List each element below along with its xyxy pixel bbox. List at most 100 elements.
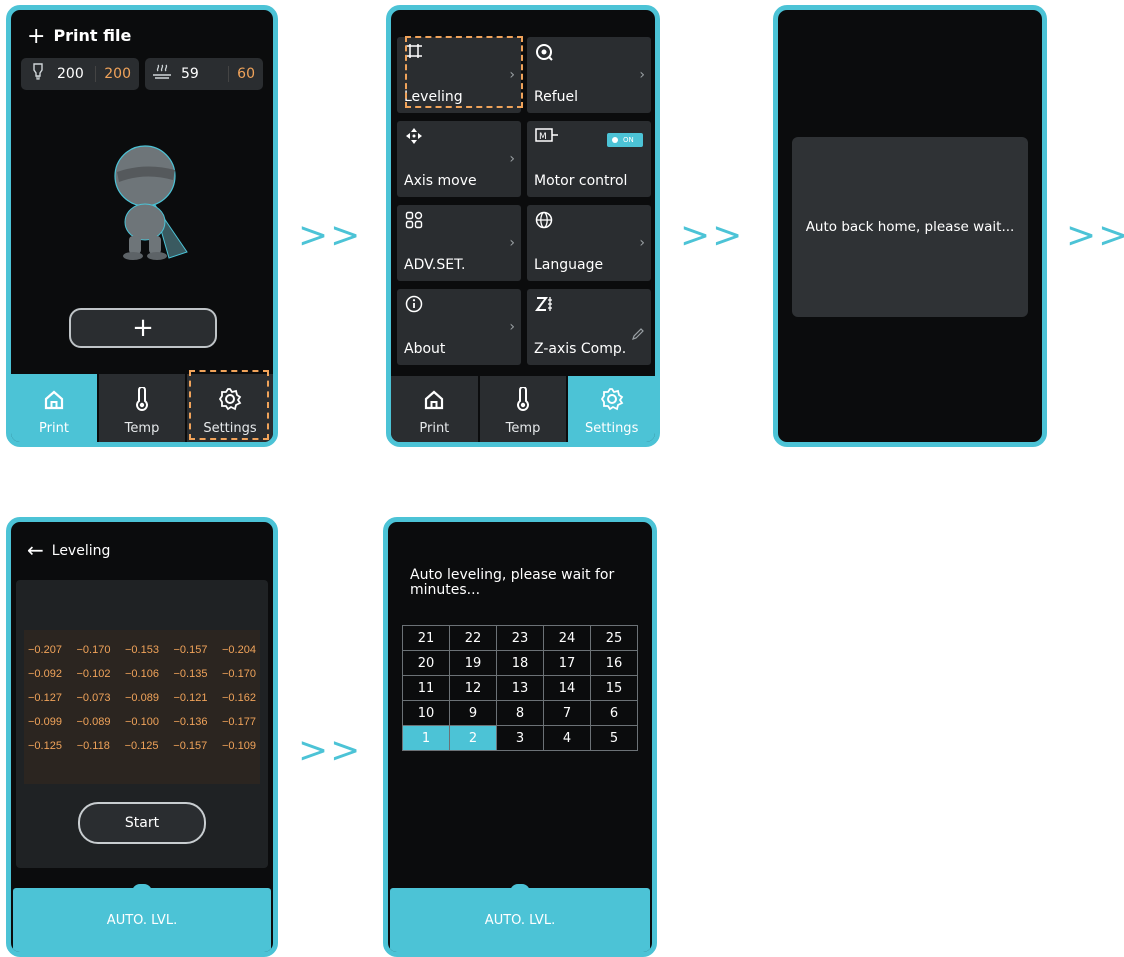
grid-value: −0.099 bbox=[28, 716, 62, 728]
auto-level-label: AUTO. LVL. bbox=[106, 912, 178, 928]
globe-icon bbox=[535, 211, 553, 234]
tile-z-axis-comp[interactable]: Z-axis Comp. bbox=[527, 289, 651, 365]
print-file-label: Print file bbox=[53, 26, 132, 45]
tile-language-label: Language bbox=[534, 257, 604, 273]
tab-temp-label: Temp bbox=[505, 421, 541, 436]
probe-point: 14 bbox=[543, 675, 591, 701]
nozzle-current-temp: 200 bbox=[57, 66, 84, 82]
tile-language[interactable]: › Language bbox=[527, 205, 651, 281]
probe-point: 13 bbox=[496, 675, 544, 701]
edit-pencil-icon bbox=[631, 327, 645, 345]
print-file-button[interactable]: + Print file bbox=[27, 24, 131, 49]
probe-point: 16 bbox=[590, 650, 638, 676]
probe-point: 5 bbox=[590, 725, 638, 751]
z-axis-icon bbox=[535, 295, 555, 318]
tile-motor-control[interactable]: M ON Motor control bbox=[527, 121, 651, 197]
leveling-values-grid: −0.207 −0.170 −0.153 −0.157 −0.204 −0.09… bbox=[24, 630, 260, 784]
probe-point: 23 bbox=[496, 625, 544, 651]
grid-value: −0.170 bbox=[76, 644, 111, 656]
leveling-panel: −0.207 −0.170 −0.153 −0.157 −0.204 −0.09… bbox=[16, 580, 268, 868]
tile-axis-move[interactable]: › Axis move bbox=[397, 121, 521, 197]
table-row: 20 19 18 17 16 bbox=[402, 650, 638, 676]
svg-text:M: M bbox=[539, 132, 547, 142]
screen-print-home: + Print file 200 200 59 60 + Print Temp … bbox=[6, 5, 278, 447]
tab-temp-label: Temp bbox=[124, 421, 160, 436]
grid-value: −0.073 bbox=[76, 692, 111, 704]
tile-axis-move-label: Axis move bbox=[404, 173, 477, 189]
start-button[interactable]: Start bbox=[78, 802, 206, 844]
motor-toggle-switch[interactable]: ON bbox=[607, 133, 643, 147]
grid-value: −0.157 bbox=[173, 740, 208, 752]
advanced-settings-icon bbox=[405, 211, 423, 234]
grid-value: −0.125 bbox=[28, 740, 62, 752]
probe-point: 25 bbox=[590, 625, 638, 651]
probe-point: 4 bbox=[543, 725, 591, 751]
probe-points-grid: 21 22 23 24 25 20 19 18 17 16 11 12 13 1… bbox=[402, 625, 638, 751]
add-file-button[interactable]: + bbox=[69, 308, 217, 348]
auto-level-button[interactable]: AUTO. LVL. bbox=[390, 888, 650, 952]
back-button[interactable]: ← Leveling bbox=[27, 538, 110, 562]
tile-about-label: About bbox=[404, 341, 446, 357]
screen-auto-leveling-progress: Auto leveling, please wait for minutes..… bbox=[383, 517, 657, 957]
probe-point: 21 bbox=[402, 625, 450, 651]
auto-level-label: AUTO. LVL. bbox=[484, 912, 556, 928]
home-icon bbox=[423, 389, 445, 417]
step-arrow-2: >> bbox=[680, 215, 745, 256]
screen-leveling: ← Leveling −0.207 −0.170 −0.153 −0.157 −0… bbox=[6, 517, 278, 957]
nozzle-temp-icon bbox=[27, 63, 49, 85]
axis-move-icon bbox=[405, 127, 423, 150]
wait-dialog: Auto back home, please wait... bbox=[792, 137, 1028, 317]
tab-settings-label: Settings bbox=[585, 421, 639, 436]
grid-value: −0.162 bbox=[222, 692, 256, 704]
chevron-right-icon: › bbox=[639, 67, 645, 83]
grid-row: −0.207 −0.170 −0.153 −0.157 −0.204 bbox=[24, 638, 260, 662]
tile-refuel-label: Refuel bbox=[534, 89, 579, 105]
chevron-right-icon: › bbox=[509, 151, 515, 167]
grid-value: −0.089 bbox=[76, 716, 111, 728]
table-row: 21 22 23 24 25 bbox=[402, 625, 638, 651]
tab-temp[interactable]: Temp bbox=[479, 376, 567, 442]
probe-point: 2 bbox=[449, 725, 497, 751]
probe-point: 12 bbox=[449, 675, 497, 701]
tab-settings[interactable]: Settings bbox=[568, 376, 655, 442]
tile-adv-set[interactable]: › ADV.SET. bbox=[397, 205, 521, 281]
leveling-highlight-box bbox=[405, 36, 523, 108]
bed-current-temp: 59 bbox=[181, 66, 199, 82]
grid-value: −0.121 bbox=[173, 692, 208, 704]
grid-value: −0.157 bbox=[173, 644, 208, 656]
grid-value: −0.100 bbox=[125, 716, 159, 728]
grid-value: −0.207 bbox=[28, 644, 62, 656]
probe-point: 18 bbox=[496, 650, 544, 676]
tab-print-label: Print bbox=[419, 421, 450, 436]
chevron-right-icon: › bbox=[639, 235, 645, 251]
grid-value: −0.092 bbox=[28, 668, 62, 680]
auto-level-button[interactable]: AUTO. LVL. bbox=[13, 888, 271, 952]
tile-refuel[interactable]: › Refuel bbox=[527, 37, 651, 113]
probe-point: 1 bbox=[402, 725, 450, 751]
chevron-right-icon: › bbox=[509, 235, 515, 251]
probe-point: 8 bbox=[496, 700, 544, 726]
tab-temp[interactable]: Temp bbox=[99, 374, 185, 442]
grid-value: −0.118 bbox=[76, 740, 110, 752]
probe-point: 10 bbox=[402, 700, 450, 726]
probe-point: 20 bbox=[402, 650, 450, 676]
settings-highlight-box bbox=[189, 370, 269, 440]
bed-temp-icon bbox=[151, 63, 173, 85]
grid-row: −0.127 −0.073 −0.089 −0.121 −0.162 bbox=[24, 686, 260, 710]
page-title: Leveling bbox=[51, 543, 111, 559]
probe-point: 17 bbox=[543, 650, 591, 676]
probe-point: 6 bbox=[590, 700, 638, 726]
tab-print[interactable]: Print bbox=[391, 376, 478, 442]
thermometer-icon bbox=[134, 386, 150, 417]
bed-target-temp: 60 bbox=[228, 66, 255, 82]
grid-value: −0.125 bbox=[124, 740, 159, 752]
step-arrow-4: >> bbox=[298, 730, 363, 771]
bed-temp-readout[interactable]: 59 60 bbox=[145, 58, 263, 90]
step-arrow-3: >> bbox=[1066, 215, 1124, 256]
nozzle-temp-readout[interactable]: 200 200 bbox=[21, 58, 139, 90]
tile-about[interactable]: › About bbox=[397, 289, 521, 365]
tab-print[interactable]: Print bbox=[11, 374, 97, 442]
probe-point: 9 bbox=[449, 700, 497, 726]
probe-point: 15 bbox=[590, 675, 638, 701]
screen-auto-home: Auto back home, please wait... bbox=[773, 5, 1047, 447]
